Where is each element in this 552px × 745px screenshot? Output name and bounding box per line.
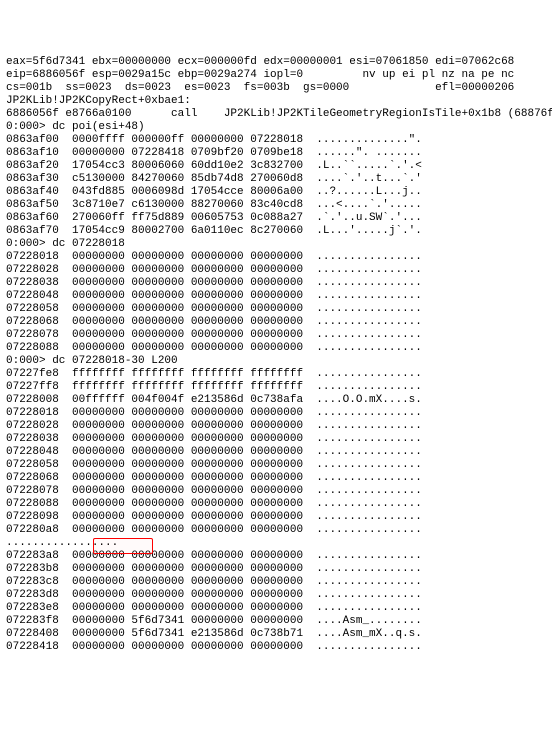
dump-line: 07228088 00000000 00000000 00000000 0000… [6,342,546,355]
dump-line: 07228048 00000000 00000000 00000000 0000… [6,446,546,459]
dump-line: 0863af50 3c8710e7 c6130000 88270060 83c4… [6,199,546,212]
dump-line: 0863af40 043fd885 0006098d 17054cce 8000… [6,186,546,199]
dump-line: 072283b8 00000000 00000000 00000000 0000… [6,563,546,576]
dump-line: 07228018 00000000 00000000 00000000 0000… [6,251,546,264]
dump-line: 07228418 00000000 00000000 00000000 0000… [6,641,546,654]
dump-line: 07228038 00000000 00000000 00000000 0000… [6,277,546,290]
prompt-line: 0:000> dc 07228018 [6,238,546,251]
dump-line: 07228058 00000000 00000000 00000000 0000… [6,459,546,472]
dump-line: 07228038 00000000 00000000 00000000 0000… [6,433,546,446]
dump-line: 072283d8 00000000 00000000 00000000 0000… [6,589,546,602]
dump-line: 072283e8 00000000 00000000 00000000 0000… [6,602,546,615]
function-name: JP2KLib!JP2KCopyRect+0xbae1: [6,95,546,108]
prompt-line: 0:000> dc 07228018-30 L200 [6,355,546,368]
dump-line: 072283c8 00000000 00000000 00000000 0000… [6,576,546,589]
dump-line: 07228018 00000000 00000000 00000000 0000… [6,407,546,420]
dump-line: 07228028 00000000 00000000 00000000 0000… [6,420,546,433]
prompt-line: 0:000> dc poi(esi+48) [6,121,546,134]
dump-line: 07228078 00000000 00000000 00000000 0000… [6,329,546,342]
registers-line: eax=5f6d7341 ebx=00000000 ecx=000000fd e… [6,56,546,69]
dump-line: 07228008 00ffffff 004f004f e213586d 0c73… [6,394,546,407]
debugger-dump: eax=5f6d7341 ebx=00000000 ecx=000000fd e… [6,56,546,654]
dump-line: 072283f8 00000000 5f6d7341 00000000 0000… [6,615,546,628]
dump-line: 07228088 00000000 00000000 00000000 0000… [6,498,546,511]
dump-line: 07228048 00000000 00000000 00000000 0000… [6,290,546,303]
dump-line: 07228068 00000000 00000000 00000000 0000… [6,472,546,485]
ellipsis-line: ................. [6,537,546,550]
dump-line: 07228068 00000000 00000000 00000000 0000… [6,316,546,329]
dump-line: 07228078 00000000 00000000 00000000 0000… [6,485,546,498]
dump-line: 0863af70 17054cc9 80002700 6a0110ec 8c27… [6,225,546,238]
dump-line: 07228028 00000000 00000000 00000000 0000… [6,264,546,277]
dump-line: 07227ff8 ffffffff ffffffff ffffffff ffff… [6,381,546,394]
dump-line: 0863af30 c5130000 84270060 85db74d8 2700… [6,173,546,186]
dump-line: 0863af00 0000ffff 000000ff 00000000 0722… [6,134,546,147]
registers-line: cs=001b ss=0023 ds=0023 es=0023 fs=003b … [6,82,546,95]
call-line: 6886056f e8766a0100 call JP2KLib!JP2KTil… [6,108,546,121]
dump-line: 07228058 00000000 00000000 00000000 0000… [6,303,546,316]
dump-line: 0863af60 270060ff ff75d889 00605753 0c08… [6,212,546,225]
dump-line: 07228098 00000000 00000000 00000000 0000… [6,511,546,524]
dump-line: 0863af10 00000000 07228418 0709bf20 0709… [6,147,546,160]
registers-line: eip=6886056f esp=0029a15c ebp=0029a274 i… [6,69,546,82]
dump-line: 07228408 00000000 5f6d7341 e213586d 0c73… [6,628,546,641]
dump-line: 072280a8 00000000 00000000 00000000 0000… [6,524,546,537]
dump-line: 072283a8 00000000 00000000 00000000 0000… [6,550,546,563]
dump-line: 07227fe8 ffffffff ffffffff ffffffff ffff… [6,368,546,381]
dump-line: 0863af20 17054cc3 80006060 60dd10e2 3c83… [6,160,546,173]
